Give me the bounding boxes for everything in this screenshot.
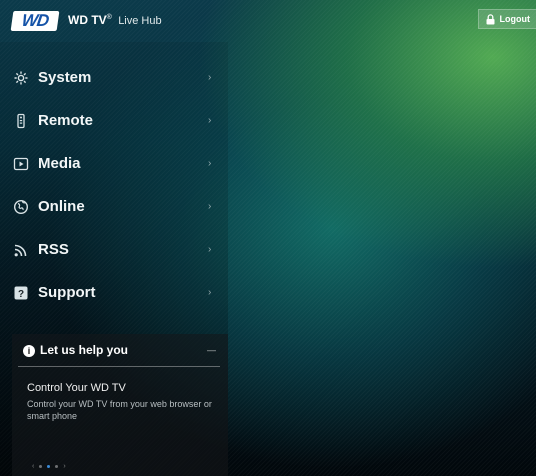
- help-title: Let us help you: [40, 343, 129, 357]
- carousel-next-button[interactable]: ›: [63, 463, 65, 470]
- collapse-button[interactable]: —: [207, 345, 216, 355]
- help-icon: ?: [13, 285, 29, 301]
- chevron-right-icon: ›: [208, 201, 212, 212]
- media-icon: [13, 156, 29, 172]
- menu-item-system[interactable]: System ›: [0, 56, 228, 99]
- globe-icon: [13, 199, 29, 215]
- help-body: Control your WD TV from your web browser…: [27, 399, 212, 421]
- app-brand: WD TV: [68, 13, 107, 27]
- carousel-dot[interactable]: [39, 465, 43, 468]
- chevron-right-icon: ›: [208, 72, 212, 83]
- menu-label: RSS: [38, 241, 69, 258]
- carousel-nav: ‹ ›: [32, 463, 66, 470]
- remote-icon: [13, 113, 29, 129]
- carousel-dot-active[interactable]: [47, 465, 51, 468]
- app-product: Live Hub: [118, 15, 162, 27]
- registered-mark: ®: [106, 14, 112, 21]
- menu-item-support[interactable]: ? Support ›: [0, 271, 228, 314]
- menu-item-rss[interactable]: RSS ›: [0, 228, 228, 271]
- main-menu: System › Remote › Media › Online › RSS ›…: [0, 56, 228, 314]
- chevron-right-icon: ›: [208, 287, 212, 298]
- help-panel: i Let us help you — Control Your WD TV C…: [12, 334, 228, 476]
- logout-button[interactable]: Logout: [477, 9, 536, 29]
- menu-label: Online: [38, 198, 85, 215]
- lock-icon: [486, 13, 495, 25]
- menu-label: Media: [38, 155, 81, 172]
- chevron-right-icon: ›: [208, 115, 212, 126]
- carousel-prev-button[interactable]: ‹: [32, 463, 34, 470]
- info-icon: i: [23, 345, 35, 357]
- chevron-right-icon: ›: [208, 158, 212, 169]
- menu-label: Support: [38, 284, 96, 301]
- header: WD WD TV® Live Hub Logout: [0, 0, 536, 42]
- menu-item-online[interactable]: Online ›: [0, 185, 228, 228]
- app-title: WD TV® Live Hub: [68, 13, 162, 27]
- gear-icon: [13, 70, 29, 86]
- help-subtitle: Control Your WD TV: [27, 382, 126, 394]
- help-panel-header: i Let us help you —: [18, 334, 220, 367]
- menu-item-media[interactable]: Media ›: [0, 142, 228, 185]
- menu-label: Remote: [38, 112, 94, 129]
- rss-icon: [13, 242, 29, 258]
- menu-label: System: [38, 69, 92, 86]
- svg-text:?: ?: [18, 289, 24, 300]
- chevron-right-icon: ›: [208, 244, 212, 255]
- carousel-dot[interactable]: [55, 465, 59, 468]
- menu-item-remote[interactable]: Remote ›: [0, 99, 228, 142]
- logout-label: Logout: [499, 14, 531, 24]
- wd-logo: WD: [10, 11, 60, 31]
